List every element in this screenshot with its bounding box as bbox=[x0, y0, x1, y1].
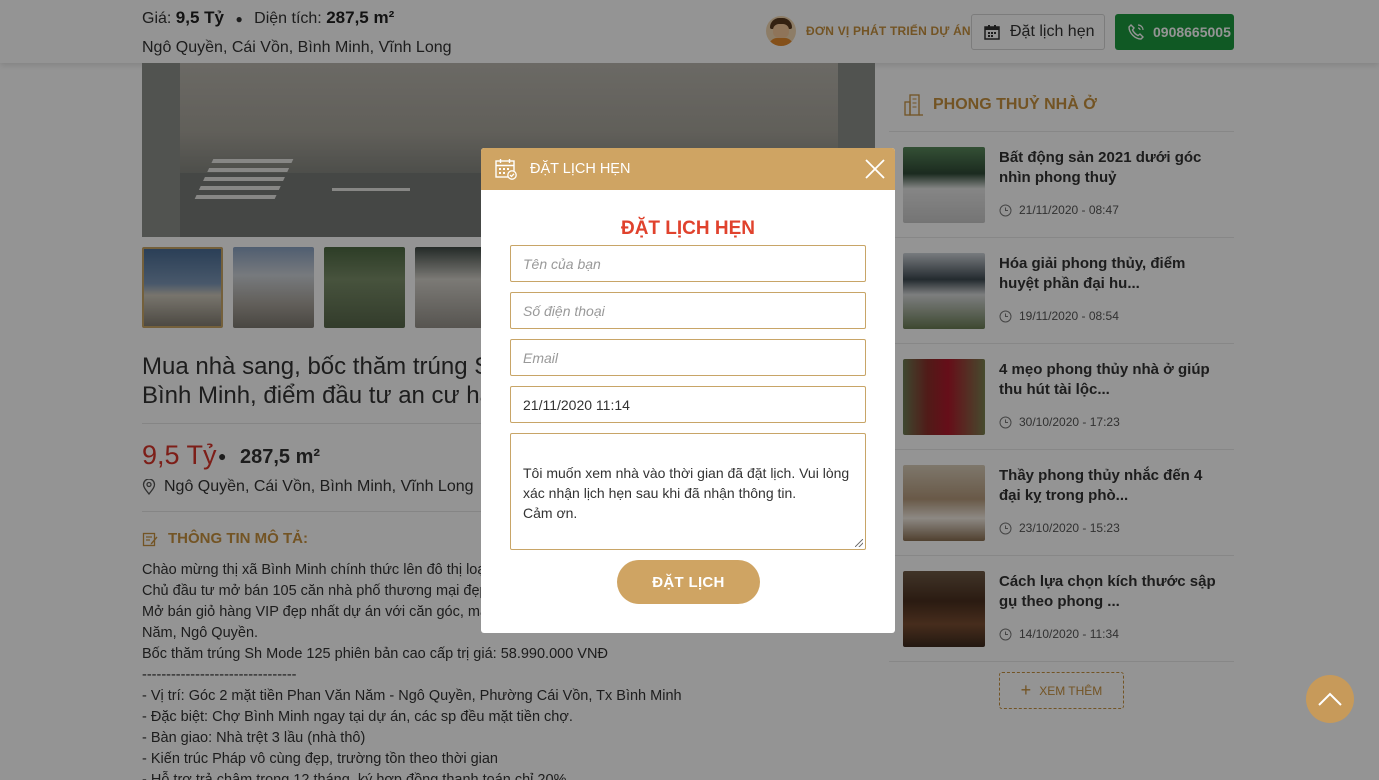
modal-header: ĐẶT LỊCH HẸN bbox=[481, 148, 895, 190]
email-input[interactable] bbox=[510, 339, 866, 376]
close-icon[interactable] bbox=[864, 158, 886, 180]
chevron-up-icon bbox=[1318, 692, 1342, 706]
datetime-input[interactable] bbox=[510, 386, 866, 423]
back-to-top-button[interactable] bbox=[1306, 675, 1354, 723]
calendar-check-icon bbox=[495, 159, 517, 180]
form-title: ĐẶT LỊCH HẸN bbox=[620, 218, 756, 239]
resize-handle-icon[interactable] bbox=[855, 539, 863, 547]
modal-header-title: ĐẶT LỊCH HẸN bbox=[530, 161, 631, 177]
message-text: Tôi muốn xem nhà vào thời gian đã đặt lị… bbox=[523, 465, 850, 521]
message-textarea[interactable]: Tôi muốn xem nhà vào thời gian đã đặt lị… bbox=[510, 433, 866, 550]
name-input[interactable] bbox=[510, 245, 866, 282]
phone-input[interactable] bbox=[510, 292, 866, 329]
submit-appointment-button[interactable]: ĐẶT LỊCH bbox=[617, 560, 760, 604]
appointment-modal: ĐẶT LỊCH HẸN ĐẶT LỊCH HẸN Tôi muốn xem n… bbox=[481, 148, 895, 633]
